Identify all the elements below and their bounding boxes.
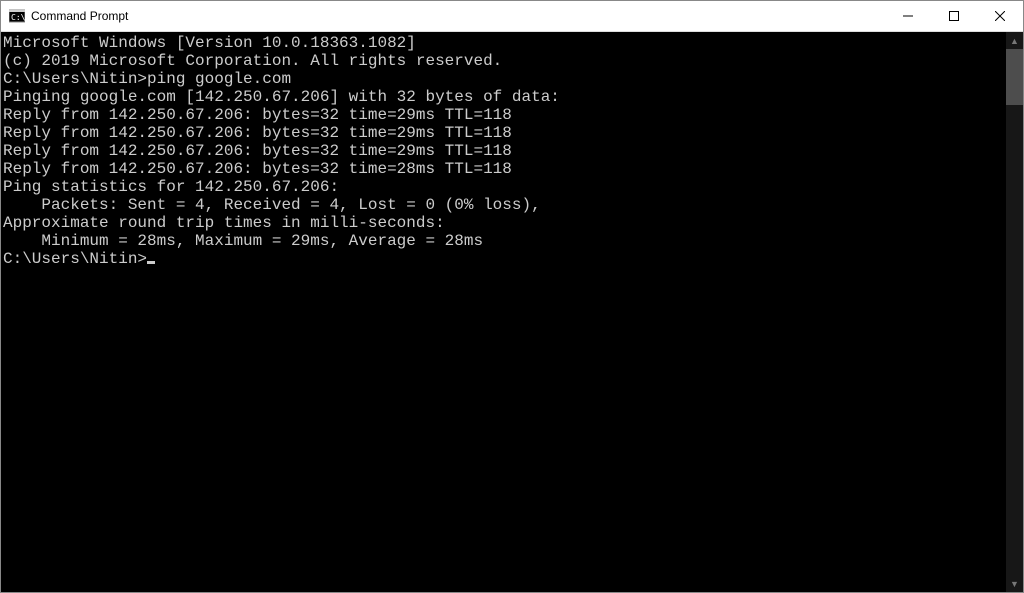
- terminal-line: (c) 2019 Microsoft Corporation. All righ…: [3, 52, 1006, 70]
- terminal-line: Reply from 142.250.67.206: bytes=32 time…: [3, 160, 1006, 178]
- terminal-prompt-line: C:\Users\Nitin>: [3, 250, 1006, 268]
- terminal-output[interactable]: Microsoft Windows [Version 10.0.18363.10…: [1, 32, 1006, 592]
- maximize-button[interactable]: [931, 1, 977, 31]
- svg-text:C:\: C:\: [11, 13, 25, 22]
- terminal-line: Minimum = 28ms, Maximum = 29ms, Average …: [3, 232, 1006, 250]
- terminal-line: C:\Users\Nitin>ping google.com: [3, 70, 1006, 88]
- close-button[interactable]: [977, 1, 1023, 31]
- cmd-icon: C:\: [9, 8, 25, 24]
- terminal-line: Microsoft Windows [Version 10.0.18363.10…: [3, 34, 1006, 52]
- scrollbar-up-icon[interactable]: ▲: [1006, 32, 1023, 49]
- scrollbar[interactable]: ▲ ▼: [1006, 32, 1023, 592]
- terminal-prompt: C:\Users\Nitin>: [3, 250, 147, 268]
- titlebar[interactable]: C:\ Command Prompt: [1, 1, 1023, 32]
- terminal-line: Approximate round trip times in milli-se…: [3, 214, 1006, 232]
- terminal-line: Reply from 142.250.67.206: bytes=32 time…: [3, 124, 1006, 142]
- terminal-line: Ping statistics for 142.250.67.206:: [3, 178, 1006, 196]
- minimize-button[interactable]: [885, 1, 931, 31]
- window-title: Command Prompt: [31, 9, 128, 23]
- terminal-line: Reply from 142.250.67.206: bytes=32 time…: [3, 106, 1006, 124]
- window-controls: [885, 1, 1023, 31]
- terminal-line: Pinging google.com [142.250.67.206] with…: [3, 88, 1006, 106]
- terminal-line: Packets: Sent = 4, Received = 4, Lost = …: [3, 196, 1006, 214]
- scrollbar-down-icon[interactable]: ▼: [1006, 575, 1023, 592]
- scrollbar-thumb[interactable]: [1006, 49, 1023, 105]
- cursor: [147, 261, 155, 264]
- terminal-line: Reply from 142.250.67.206: bytes=32 time…: [3, 142, 1006, 160]
- terminal-area: Microsoft Windows [Version 10.0.18363.10…: [1, 32, 1023, 592]
